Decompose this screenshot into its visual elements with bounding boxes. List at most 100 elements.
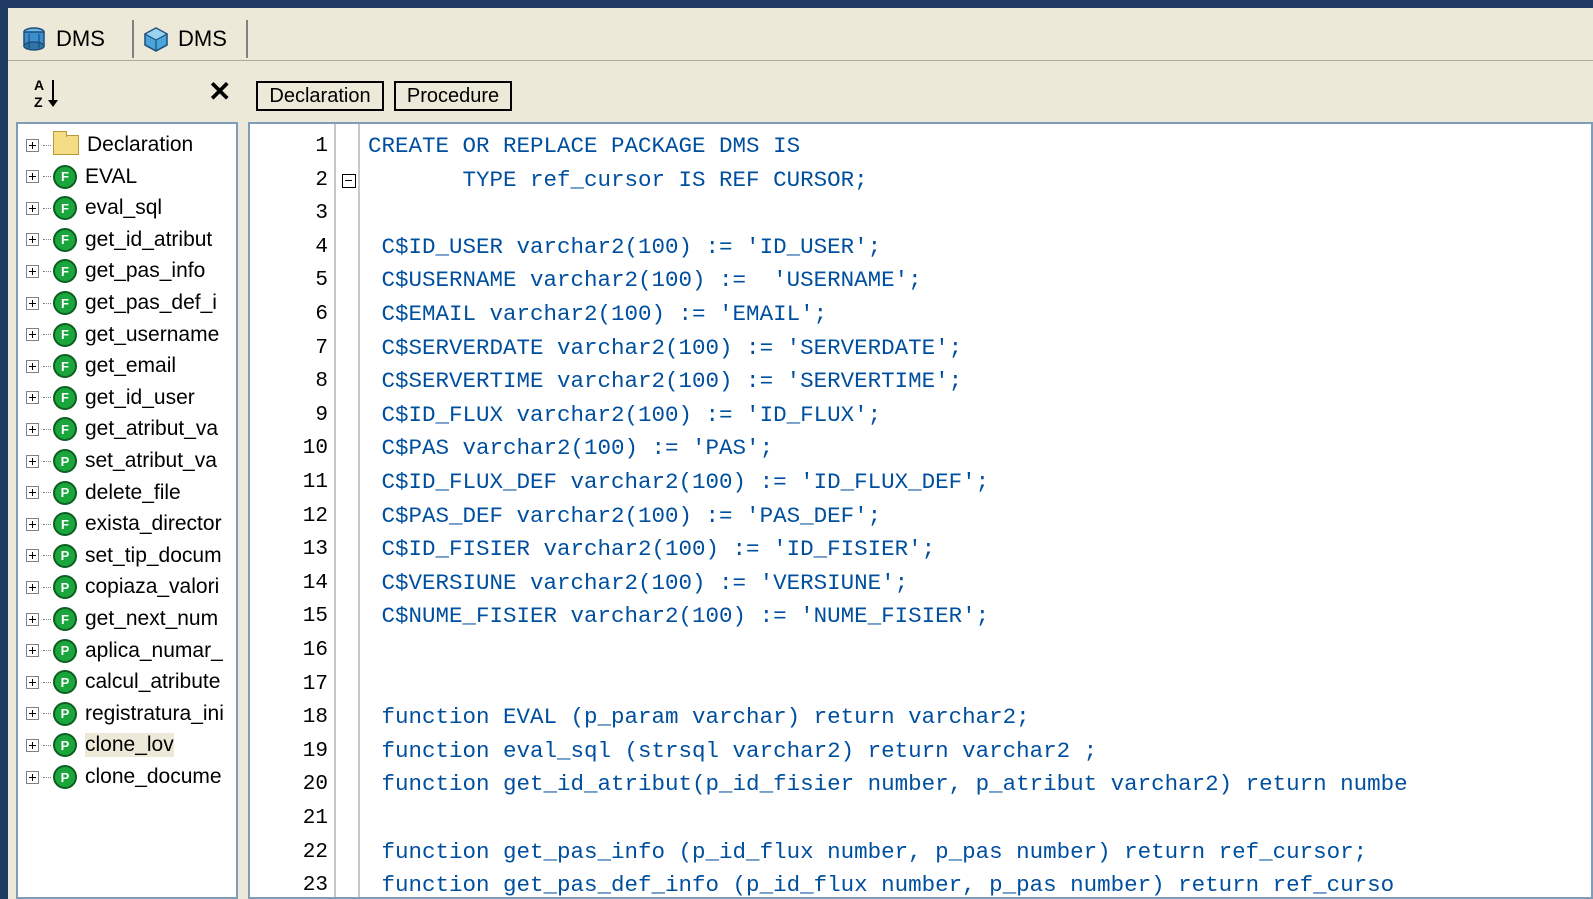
tree-item[interactable]: Fget_id_user xyxy=(18,383,195,413)
code-line[interactable]: function get_id_atribut(p_id_fisier numb… xyxy=(368,768,1408,802)
tree-item[interactable]: Feval_sql xyxy=(18,193,162,223)
tree-connector xyxy=(43,365,51,367)
line-number-gutter: 1 2 3 4 5 6 7 8 9 10 11 12 13 14 15 16 17 18 19 20 21 22 23 xyxy=(250,124,336,897)
expand-plus-icon[interactable] xyxy=(26,264,39,278)
expand-plus-icon[interactable] xyxy=(26,359,39,373)
code-line[interactable]: function EVAL (p_param varchar) return v… xyxy=(368,701,1030,735)
code-line[interactable]: function get_pas_def_info (p_id_flux num… xyxy=(368,869,1395,897)
expand-plus-icon[interactable] xyxy=(26,549,39,563)
tree-item[interactable]: Fget_email xyxy=(18,351,176,381)
tree-item[interactable]: Pclone_docume xyxy=(18,762,222,792)
code-line[interactable]: C$USERNAME varchar2(100) := 'USERNAME'; xyxy=(368,264,922,298)
expand-plus-icon[interactable] xyxy=(26,770,39,784)
expand-plus-icon[interactable] xyxy=(26,296,39,310)
expand-plus-icon[interactable] xyxy=(26,517,39,531)
tab-dms-package-body[interactable]: DMS xyxy=(132,20,248,58)
tree-item-label: exista_director xyxy=(85,512,222,536)
code-line[interactable]: C$PAS varchar2(100) := 'PAS'; xyxy=(368,432,774,466)
fold-collapse-icon[interactable] xyxy=(342,173,356,188)
code-line[interactable]: C$ID_FISIER varchar2(100) := 'ID_FISIER'… xyxy=(368,533,936,567)
close-icon[interactable]: ✕ xyxy=(208,76,231,108)
code-line[interactable]: C$SERVERTIME varchar2(100) := 'SERVERTIM… xyxy=(368,365,963,399)
tree-item[interactable]: Fget_atribut_va xyxy=(18,414,218,444)
code-line[interactable]: C$ID_FLUX_DEF varchar2(100) := 'ID_FLUX_… xyxy=(368,466,990,500)
tree-item-label: get_pas_def_i xyxy=(85,291,217,314)
code-line[interactable]: function get_pas_info (p_id_flux number,… xyxy=(368,836,1368,870)
tree-item-label: get_id_user xyxy=(85,385,195,409)
tree-item[interactable]: Declaration xyxy=(18,130,193,160)
expand-plus-icon[interactable] xyxy=(26,707,39,721)
tab-dms-package-spec[interactable]: DMS xyxy=(12,20,130,58)
expand-plus-icon[interactable] xyxy=(26,328,39,342)
code-line[interactable]: C$PAS_DEF varchar2(100) := 'PAS_DEF'; xyxy=(368,500,882,534)
tree-item[interactable]: Fget_pas_def_i xyxy=(18,288,217,318)
tree-item[interactable]: Fexista_director xyxy=(18,509,222,539)
tree-connector xyxy=(43,618,51,620)
tree-connector xyxy=(43,555,51,557)
code-line[interactable]: C$NUME_FISIER varchar2(100) := 'NUME_FIS… xyxy=(368,600,990,634)
tree-item[interactable]: Fget_pas_info xyxy=(18,256,205,286)
object-tree[interactable]: Declaration F EVAL Feval_sql Fget_id_atribut… xyxy=(16,122,238,899)
tree-item-label: copiaza_valori xyxy=(85,575,220,599)
expand-plus-icon[interactable] xyxy=(26,486,39,500)
tree-item[interactable]: Paplica_numar_ xyxy=(18,636,223,666)
procedure-icon: P xyxy=(53,670,77,695)
line-number: 21 xyxy=(302,807,328,830)
expand-plus-icon[interactable] xyxy=(26,454,39,468)
expand-plus-icon[interactable] xyxy=(26,201,39,215)
line-number: 3 xyxy=(315,202,328,226)
tree-item-label: set_tip_docum xyxy=(85,543,222,567)
tree-item[interactable]: Pdelete_file xyxy=(18,478,181,508)
folder-icon xyxy=(53,131,79,155)
tree-item-label: calcul_atribute xyxy=(85,670,221,694)
code-line[interactable]: C$VERSIUNE varchar2(100) := 'VERSIUNE'; xyxy=(368,567,909,601)
tree-item[interactable]: Pclone_lov xyxy=(18,730,174,760)
code-line[interactable]: TYPE ref_cursor IS REF CURSOR; xyxy=(368,164,868,198)
code-line[interactable]: C$EMAIL varchar2(100) := 'EMAIL'; xyxy=(368,298,828,332)
line-number: 19 xyxy=(302,739,328,763)
code-editor[interactable]: 1 2 3 4 5 6 7 8 9 10 11 12 13 14 15 16 17 18 19 20 21 22 23 CR… xyxy=(248,122,1593,899)
expand-plus-icon[interactable] xyxy=(26,612,39,626)
expand-plus-icon[interactable] xyxy=(26,233,39,247)
tree-item[interactable]: Fget_next_num xyxy=(18,604,218,634)
code-line[interactable]: CREATE OR REPLACE PACKAGE DMS IS xyxy=(368,130,800,164)
tree-connector xyxy=(43,428,51,430)
tree-connector xyxy=(43,586,51,588)
tree-item-label: clone_lov xyxy=(85,733,174,758)
expand-plus-icon[interactable] xyxy=(26,138,39,152)
expand-plus-icon[interactable] xyxy=(26,675,39,689)
sort-az-icon[interactable]: A Z xyxy=(32,76,62,110)
line-number: 12 xyxy=(302,504,328,528)
tree-item-label: get_email xyxy=(85,354,177,378)
tree-item[interactable]: Pregistratura_ini xyxy=(18,699,224,729)
expand-plus-icon[interactable] xyxy=(26,580,39,594)
code-line[interactable]: C$SERVERDATE varchar2(100) := 'SERVERDAT… xyxy=(368,332,963,366)
tree-item[interactable]: F EVAL xyxy=(18,162,137,192)
expand-plus-icon[interactable] xyxy=(26,644,39,658)
tree-connector xyxy=(43,681,51,683)
code-line[interactable]: C$ID_FLUX varchar2(100) := 'ID_FLUX'; xyxy=(368,399,882,433)
tree-item-label: get_id_atribut xyxy=(85,227,213,251)
code-line[interactable]: function eval_sql (strsql varchar2) retu… xyxy=(368,735,1098,769)
tree-item[interactable]: Pcalcul_atribute xyxy=(18,667,220,697)
tree-item-label: get_next_num xyxy=(85,607,219,630)
procedure-icon: P xyxy=(53,638,77,663)
expand-plus-icon[interactable] xyxy=(26,391,39,405)
line-number: 2 xyxy=(315,168,328,192)
procedure-button[interactable]: Procedure xyxy=(394,81,512,111)
declaration-button[interactable]: Declaration xyxy=(256,81,384,111)
procedure-icon: P xyxy=(53,701,77,726)
tree-item[interactable]: Fget_username xyxy=(18,320,219,350)
tree-item[interactable]: Pset_atribut_va xyxy=(18,446,217,476)
procedure-icon: P xyxy=(53,543,77,568)
expand-plus-icon[interactable] xyxy=(26,422,39,436)
function-icon: F xyxy=(53,354,77,379)
tree-connector xyxy=(43,302,51,304)
expand-plus-icon[interactable] xyxy=(26,170,39,184)
expand-plus-icon[interactable] xyxy=(26,738,39,752)
tree-item[interactable]: Pcopiaza_valori xyxy=(18,572,219,602)
tree-item-label: get_atribut_va xyxy=(85,417,219,441)
tree-item[interactable]: Fget_id_atribut xyxy=(18,225,212,255)
tree-item[interactable]: Pset_tip_docum xyxy=(18,541,222,571)
code-line[interactable]: C$ID_USER varchar2(100) := 'ID_USER'; xyxy=(368,231,882,265)
